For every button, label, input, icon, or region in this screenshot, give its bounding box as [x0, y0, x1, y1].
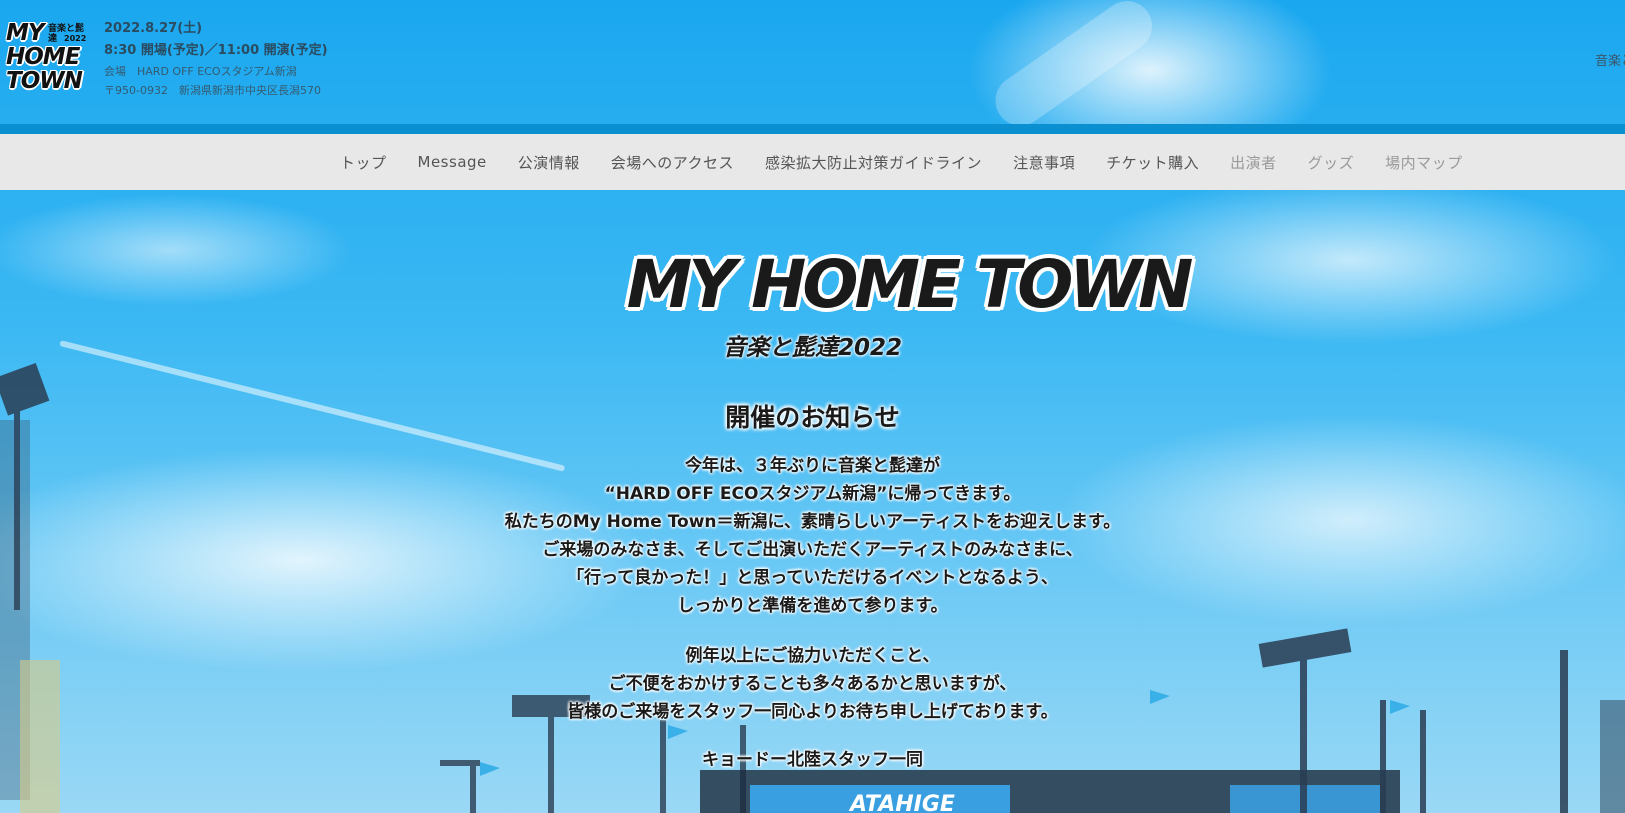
main-subtitle: 音楽と髭達2022 — [722, 335, 902, 361]
event-time: 8:30 開場(予定)／11:00 開演(予定) — [104, 43, 328, 58]
announcement-line: “HARD OFF ECOスタジアム新潟”に帰ってきます。 — [604, 484, 1021, 504]
main-navigation: トップ Message 公演情報 会場へのアクセス 感染拡大防止対策ガイドライン 注意事項… — [0, 134, 1625, 190]
announcement-line: ご不便をおかけすることも多々あるかと思いますが、 — [608, 674, 1017, 694]
main-logo: MY HOME TOWN — [608, 250, 1208, 320]
nav-item-9: 場内マップ — [1385, 153, 1463, 172]
nav-item-0[interactable]: トップ — [340, 152, 387, 173]
announcement-line: 「行って良かった！」と思っていただけるイベントとなるよう、 — [567, 568, 1058, 588]
announcement-line: 皆様のご来場をスタッフ一同心よりお待ち申し上げております。 — [567, 702, 1058, 722]
announcement-paragraph-1: 今年は、３年ぶりに音楽と髭達が “HARD OFF ECOスタジアム新潟”に帰って… — [0, 452, 1625, 620]
main-logo-text: MY HOME TOWN — [626, 246, 1194, 323]
nav-item-1[interactable]: Message — [418, 153, 487, 171]
event-venue: 会場 HARD OFF ECOスタジアム新潟 — [104, 65, 297, 78]
announcement-line: ご来場のみなさま、そしてご出演いただくアーティストのみなさまに、 — [542, 540, 1083, 560]
nav-item-6[interactable]: チケット購入 — [1106, 152, 1199, 173]
event-address: 〒950-0932 新潟県新潟市中央区長潟570 — [104, 84, 321, 97]
nav-item-2[interactable]: 公演情報 — [518, 152, 580, 173]
announcement-heading: 開催のお知らせ — [725, 403, 900, 432]
logo-line-my: MY — [6, 20, 45, 46]
announcement-line: 私たちのMy Home Town＝新潟に、素晴らしいアーティストをお迎えします。 — [504, 512, 1121, 532]
logo-year: 2022 — [64, 34, 87, 43]
nav-item-3[interactable]: 会場へのアクセス — [611, 152, 734, 173]
nav-list: トップ Message 公演情報 会場へのアクセス 感染拡大防止対策ガイドライン 注意事項… — [340, 134, 1494, 190]
header-divider — [0, 124, 1625, 134]
event-date: 2022.8.27(土) — [104, 21, 203, 36]
logo-line-town: TOWN — [6, 68, 83, 94]
main-content: MY HOME TOWN 音楽と髭達2022 開催のお知らせ 今年は、３年ぶりに… — [0, 190, 1625, 813]
announcement-line: 例年以上にご協力いただくこと、 — [685, 646, 940, 666]
logo-line-home: HOME — [6, 44, 80, 70]
site-header: MY 音楽と髭達 2022 HOME TOWN 2022.8.27(土) 8:3… — [0, 0, 1625, 124]
nav-item-4[interactable]: 感染拡大防止対策ガイドライン — [765, 152, 982, 173]
nav-item-7: 出演者 — [1230, 153, 1277, 172]
site-logo[interactable]: MY 音楽と髭達 2022 HOME TOWN — [6, 18, 92, 98]
header-right-text: 音楽と — [1595, 54, 1625, 69]
announcement-signature: キョードー北陸スタッフ一同 — [702, 750, 923, 770]
announcement-line: 今年は、３年ぶりに音楽と髭達が — [685, 456, 940, 476]
announcement-line: しっかりと準備を進めて参ります。 — [677, 596, 948, 616]
nav-item-8: グッズ — [1307, 153, 1355, 172]
nav-item-5[interactable]: 注意事項 — [1013, 152, 1075, 173]
announcement-paragraph-2: 例年以上にご協力いただくこと、ご不便をおかけすることも多々あるかと思いますが、皆… — [0, 642, 1625, 726]
event-info: 2022.8.27(土) 8:30 開場(予定)／11:00 開演(予定) 会場… — [104, 20, 328, 99]
